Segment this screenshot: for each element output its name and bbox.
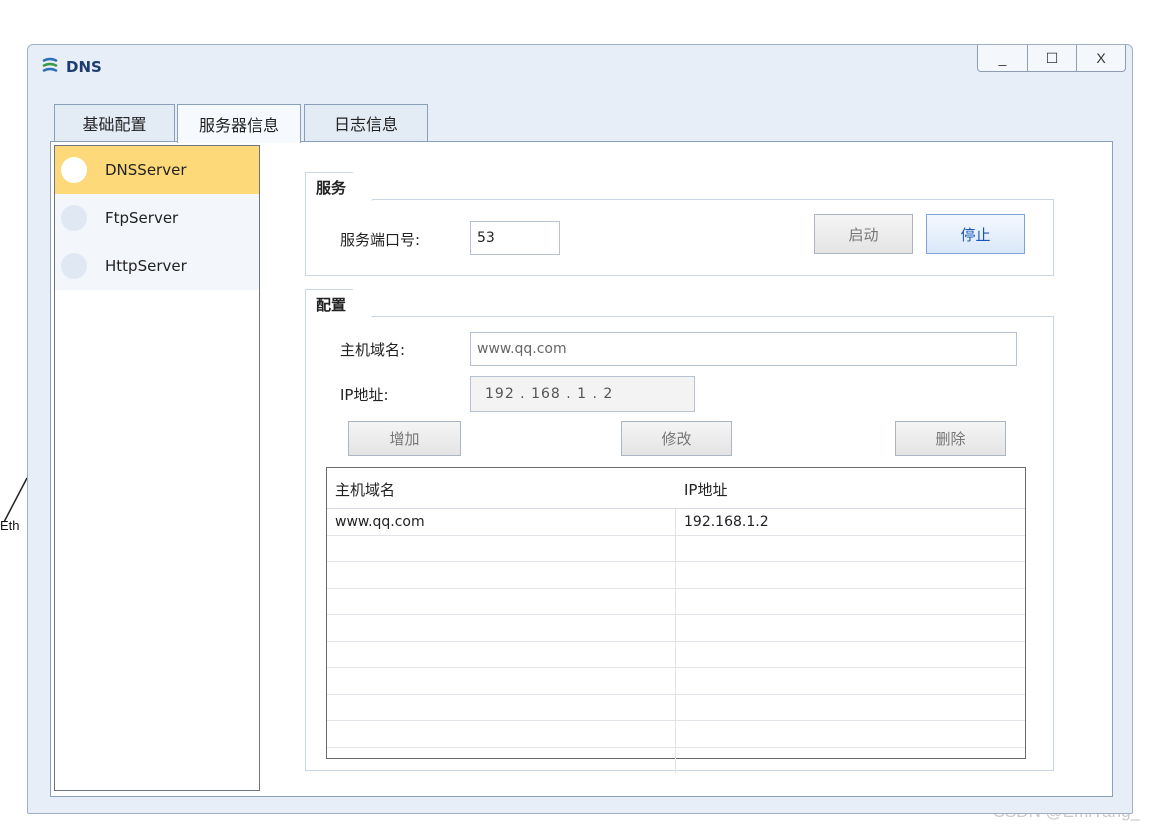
sidebar-item-httpserver[interactable]: HttpServer (55, 242, 259, 290)
port-input[interactable]: 53 (470, 221, 560, 255)
ip-label: IP地址: (340, 386, 389, 404)
dns-app-icon (42, 57, 58, 73)
table-row (327, 615, 1025, 642)
config-group: 配置 主机域名: www.qq.com IP地址: 192 . 168 . 1 … (305, 289, 1054, 773)
service-group: 服务 服务端口号: 53 启动 停止 (305, 172, 1054, 276)
table-header: 主机域名 IP地址 (327, 468, 1025, 509)
tab-basic-config[interactable]: 基础配置 (54, 104, 175, 141)
start-button[interactable]: 启动 (814, 214, 913, 254)
server-list-sidebar: DNSServer FtpServer HttpServer (54, 145, 260, 791)
server-status-icon (61, 157, 87, 183)
eth-port-label: Eth (0, 518, 20, 533)
host-label: 主机域名: (340, 341, 406, 359)
dns-record-table: 主机域名 IP地址 www.qq.com 192.168.1.2 (326, 467, 1026, 773)
column-header-hostname[interactable]: 主机域名 (327, 479, 676, 508)
sidebar-item-label: DNSServer (105, 161, 187, 179)
tab-log-info[interactable]: 日志信息 (304, 104, 428, 141)
sidebar-item-label: FtpServer (105, 209, 179, 227)
delete-button[interactable]: 删除 (895, 421, 1006, 456)
window-title: DNS (66, 58, 102, 76)
server-status-icon (61, 205, 87, 231)
minimize-icon[interactable]: _ (978, 45, 1027, 71)
cell-hostname: www.qq.com (327, 509, 676, 535)
port-label: 服务端口号: (340, 231, 421, 249)
table-row (327, 535, 1025, 562)
table-row (327, 721, 1025, 748)
tab-server-info[interactable]: 服务器信息 (177, 104, 301, 143)
modify-button[interactable]: 修改 (621, 421, 732, 456)
table-row (327, 668, 1025, 695)
maximize-icon[interactable]: ☐ (1027, 45, 1076, 71)
sidebar-item-dnsserver[interactable]: DNSServer (55, 146, 259, 194)
table-row (327, 588, 1025, 615)
table-row (327, 562, 1025, 589)
table-row (327, 641, 1025, 668)
column-header-ip[interactable]: IP地址 (676, 479, 1025, 508)
dns-window: DNS _ ☐ X 基础配置 服务器信息 日志信息 DNSServer FtpS… (27, 44, 1133, 814)
host-input[interactable]: www.qq.com (470, 332, 1017, 366)
table-row[interactable]: www.qq.com 192.168.1.2 (327, 509, 1025, 536)
table-row (327, 694, 1025, 721)
service-legend: 服务 (305, 172, 374, 201)
title-bar[interactable]: DNS _ ☐ X (28, 45, 1132, 89)
sidebar-item-label: HttpServer (105, 257, 187, 275)
stop-button[interactable]: 停止 (926, 214, 1025, 254)
table-row (327, 747, 1025, 773)
sidebar-item-ftpserver[interactable]: FtpServer (55, 194, 259, 242)
window-controls: _ ☐ X (977, 45, 1126, 72)
config-legend: 配置 (305, 289, 374, 318)
ip-address-input[interactable]: 192 . 168 . 1 . 2 (470, 376, 695, 412)
server-info-panel: DNSServer FtpServer HttpServer 服务 服务端口号:… (50, 141, 1113, 797)
cell-ip: 192.168.1.2 (684, 513, 769, 530)
close-icon[interactable]: X (1076, 45, 1125, 71)
add-button[interactable]: 增加 (348, 421, 461, 456)
server-status-icon (61, 253, 87, 279)
